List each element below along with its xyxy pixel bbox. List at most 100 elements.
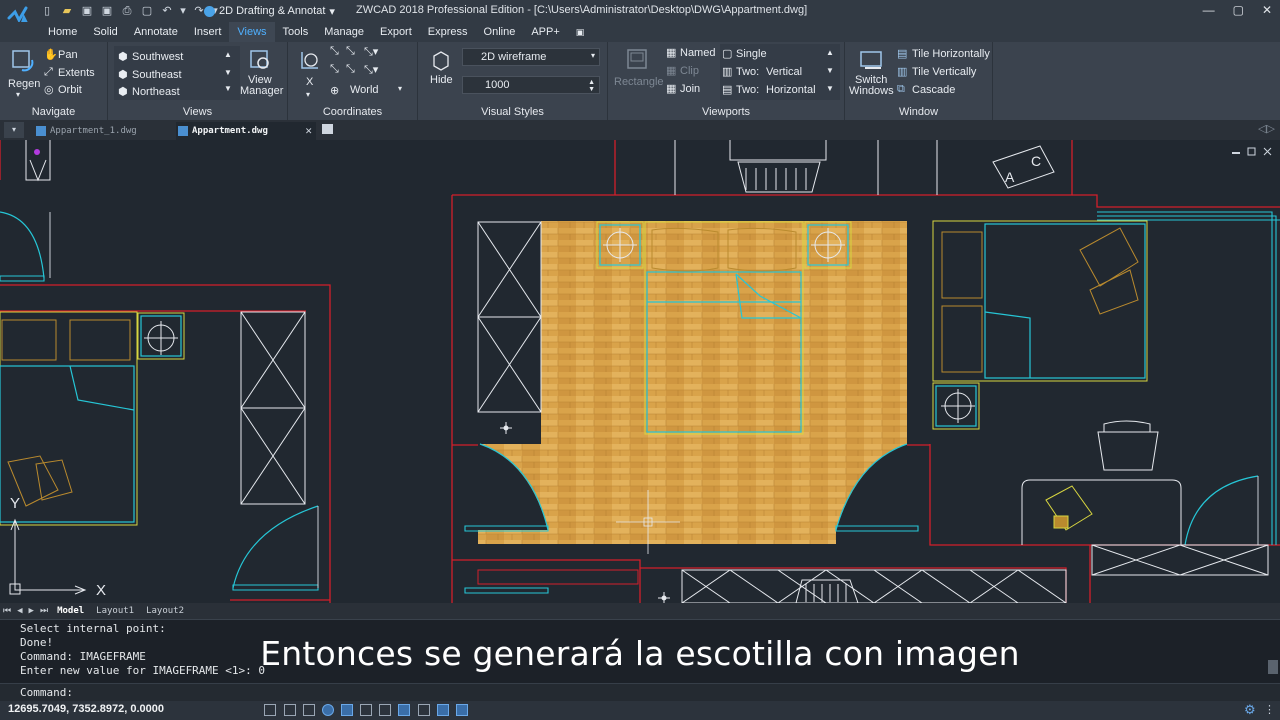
ucs-tool-3-icon[interactable]: ⤡▾ — [364, 45, 378, 59]
hide-button[interactable]: Hide — [430, 74, 453, 86]
switch-windows-icon[interactable] — [859, 48, 885, 72]
new-tab-icon[interactable] — [322, 124, 333, 134]
next-layout-icon[interactable]: ▶ — [26, 606, 37, 616]
named-button[interactable]: Named — [680, 47, 715, 59]
view-southwest[interactable]: Southwest — [132, 51, 183, 63]
viewport-restore-icon[interactable] — [1247, 147, 1256, 156]
ucs-dropdown-icon[interactable]: ▾ — [306, 90, 310, 99]
viewport-two-label-1[interactable]: Two: — [736, 66, 759, 78]
viewport-two-vertical[interactable]: Vertical — [766, 66, 802, 78]
view-southeast[interactable]: Southeast — [132, 69, 182, 81]
ucs-icon[interactable] — [298, 48, 322, 72]
settings-gear-icon[interactable]: ⚙ — [1244, 702, 1256, 718]
scroll-down-icon[interactable]: ▼ — [826, 66, 834, 75]
viewport-single[interactable]: Single — [736, 48, 767, 60]
first-layout-icon[interactable]: ⏮ — [0, 606, 14, 616]
qp-toggle-icon[interactable] — [456, 704, 468, 716]
save-as-icon[interactable]: ▣ — [100, 4, 114, 18]
tab-export[interactable]: Export — [372, 22, 420, 42]
wood-image-hatch[interactable] — [478, 221, 907, 544]
ucs-tool-1-icon[interactable]: ⤡ — [330, 45, 339, 58]
world-selector[interactable]: World — [350, 84, 379, 96]
prev-layout-icon[interactable]: ◀ — [14, 606, 25, 616]
switch-windows-label-2[interactable]: Windows — [849, 85, 894, 97]
save-icon[interactable]: ▣ — [80, 4, 94, 18]
doc-menu-icon[interactable]: ▾ — [4, 122, 24, 138]
workspace-selector[interactable]: 2D Drafting & Annotat ▾ — [204, 3, 335, 19]
last-layout-icon[interactable]: ⏭ — [37, 606, 51, 616]
status-menu-icon[interactable]: ⋮ — [1264, 703, 1275, 716]
tab-manage[interactable]: Manage — [316, 22, 372, 42]
new-file-icon[interactable]: ▯ — [40, 4, 54, 18]
print-icon[interactable]: ⎙ — [120, 4, 134, 18]
close-icon[interactable]: ✕ — [1262, 3, 1272, 17]
world-dropdown-icon[interactable]: ▾ — [398, 84, 402, 93]
lineweight-toggle-icon[interactable] — [418, 704, 430, 716]
tab-app-plus[interactable]: APP+ — [523, 22, 567, 42]
tpy-toggle-icon[interactable] — [437, 704, 449, 716]
grid-toggle-icon[interactable] — [264, 704, 276, 716]
tab-express[interactable]: Express — [420, 22, 476, 42]
view-northeast[interactable]: Northeast — [132, 86, 180, 98]
regen-dropdown-icon[interactable]: ▾ — [16, 90, 20, 99]
otrack-toggle-icon[interactable] — [360, 704, 372, 716]
visual-style-select[interactable]: 2D wireframe ▾ — [462, 48, 600, 66]
tab-online[interactable]: Online — [476, 22, 524, 42]
dyn-toggle-icon[interactable] — [398, 704, 410, 716]
scroll-up-icon[interactable]: ▲ — [826, 48, 834, 57]
join-button[interactable]: Join — [680, 83, 700, 95]
tab-layout2[interactable]: Layout2 — [140, 606, 190, 616]
ribbon-minimize-icon[interactable]: ▣ — [568, 22, 593, 42]
scroll-down-icon[interactable]: ▼ — [224, 68, 232, 77]
open-folder-icon[interactable]: ▰ — [60, 4, 74, 18]
view-manager-icon[interactable] — [248, 48, 272, 72]
minimize-icon[interactable]: — — [1203, 3, 1215, 17]
tab-tools[interactable]: Tools — [275, 22, 317, 42]
extents-button[interactable]: Extents — [58, 67, 95, 79]
ducs-toggle-icon[interactable] — [379, 704, 391, 716]
viewport-minimize-icon[interactable] — [1232, 152, 1240, 154]
ortho-toggle-icon[interactable] — [303, 704, 315, 716]
regen-icon[interactable] — [10, 48, 34, 72]
scroll-up-icon[interactable]: ▲ — [224, 50, 232, 59]
drawing-canvas[interactable]: A C X Y — [0, 140, 1280, 603]
pan-button[interactable]: Pan — [58, 49, 78, 61]
command-input[interactable]: Command: — [0, 683, 1280, 701]
rectangle-button[interactable]: Rectangle — [614, 76, 664, 88]
tab-insert[interactable]: Insert — [186, 22, 230, 42]
tile-vertically-button[interactable]: Tile Vertically — [912, 66, 976, 78]
ucs-tool-4-icon[interactable]: ⤡ — [330, 63, 339, 76]
ucs-tool-6-icon[interactable]: ⤡▾ — [364, 63, 378, 77]
preview-icon[interactable]: ▢ — [140, 4, 154, 18]
viewport-close-icon[interactable] — [1263, 147, 1272, 156]
undo-dropdown-icon[interactable]: ▾ — [180, 4, 186, 18]
polar-toggle-icon[interactable] — [322, 704, 334, 716]
orbit-button[interactable]: Orbit — [58, 84, 82, 96]
tab-model[interactable]: Model — [51, 606, 90, 616]
ucs-tool-5-icon[interactable]: ⤡ — [346, 63, 355, 76]
grip-point[interactable] — [34, 149, 40, 155]
tab-annotate[interactable]: Annotate — [126, 22, 186, 42]
maximize-icon[interactable]: ▢ — [1233, 3, 1244, 17]
close-tab-icon[interactable]: ✕ — [305, 122, 312, 140]
snap-toggle-icon[interactable] — [284, 704, 296, 716]
view-manager-label-2[interactable]: Manager — [240, 85, 283, 97]
tab-solid[interactable]: Solid — [85, 22, 125, 42]
tab-layout1[interactable]: Layout1 — [90, 606, 140, 616]
doc-tab-appartment[interactable]: Appartment.dwg ✕ — [176, 122, 316, 140]
visual-value-input[interactable]: 1000 ▲ ▼ — [462, 76, 600, 94]
rectangle-viewport-icon[interactable] — [626, 48, 648, 70]
clip-button[interactable]: Clip — [680, 65, 699, 77]
undo-icon[interactable]: ↶ — [160, 4, 174, 18]
regen-button[interactable]: Regen — [8, 78, 40, 90]
viewport-two-label-2[interactable]: Two: — [736, 84, 759, 96]
osnap-toggle-icon[interactable] — [341, 704, 353, 716]
ucs-tool-2-icon[interactable]: ⤡ — [346, 45, 355, 58]
expand-icon[interactable]: ▼ — [224, 84, 232, 93]
doc-tab-appartment-1[interactable]: Appartment_1.dwg — [34, 122, 174, 140]
viewport-two-horizontal[interactable]: Horizontal — [766, 84, 816, 96]
tabs-scroll-icon[interactable]: ◁▷ — [1258, 122, 1275, 135]
hide-icon[interactable] — [430, 48, 452, 72]
cascade-button[interactable]: Cascade — [912, 84, 955, 96]
tab-views[interactable]: Views — [229, 22, 275, 42]
